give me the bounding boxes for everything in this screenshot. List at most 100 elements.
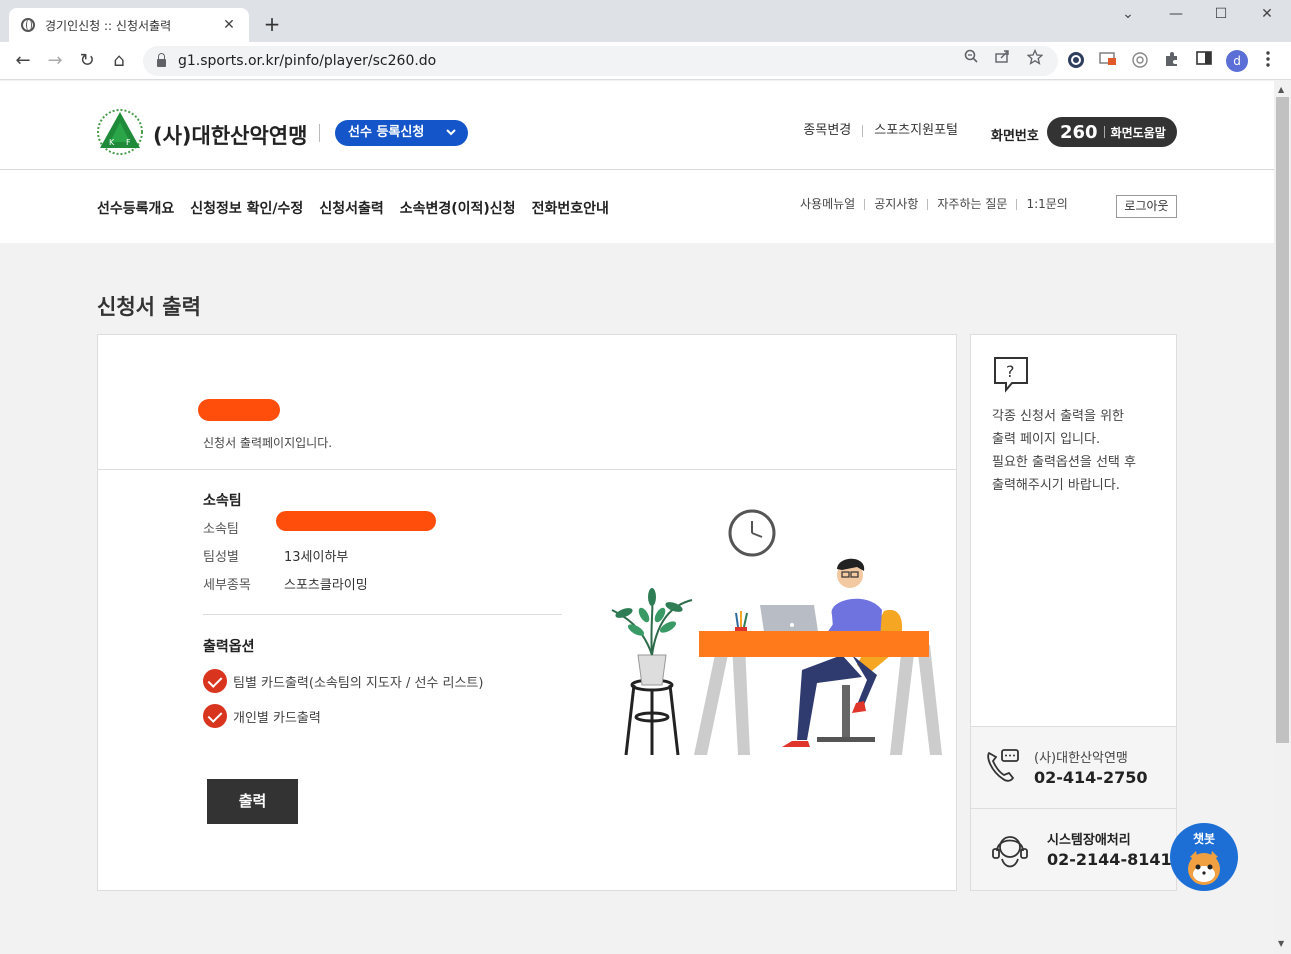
team-row-value: 스포츠클라이밍 xyxy=(284,578,368,593)
org-logo[interactable]: K F xyxy=(96,108,144,156)
window-close-button[interactable]: ✕ xyxy=(1255,6,1279,22)
team-row-label: 소속팀 xyxy=(203,522,239,537)
reload-button[interactable]: ↻ xyxy=(76,50,98,72)
globe-icon xyxy=(21,18,35,32)
util-link-faq[interactable]: 자주하는 질문 xyxy=(928,198,1018,210)
util-link-manual[interactable]: 사용메뉴얼 xyxy=(800,198,866,210)
chatbot-button[interactable]: 챗봇 xyxy=(1170,823,1238,891)
nav-item-overview[interactable]: 선수등록개요 xyxy=(97,198,174,218)
chevron-down-icon xyxy=(445,120,457,155)
profile-avatar[interactable]: d xyxy=(1226,50,1248,72)
divider xyxy=(1103,126,1105,138)
contact-federation: (사)대한산악연맹 02-414-2750 xyxy=(971,726,1176,808)
util-link-notice[interactable]: 공지사항 xyxy=(865,198,929,210)
org-name[interactable]: (사)대한산악연맹 xyxy=(153,120,307,150)
screen-number: 260 xyxy=(1060,121,1098,143)
help-line: 필요한 출력옵션을 선택 후 xyxy=(992,455,1136,470)
page-title: 신청서 출력 xyxy=(97,295,201,319)
team-row: 팀성별 13세이하부 xyxy=(203,546,348,565)
extension-cast-icon[interactable] xyxy=(1098,51,1118,71)
team-row-label: 팀성별 xyxy=(203,550,239,565)
help-line: 각종 신청서 출력을 위한 xyxy=(992,409,1124,424)
nav-item-edit-info[interactable]: 신청정보 확인/수정 xyxy=(190,198,303,218)
url-text: g1.sports.or.kr/pinfo/player/sc260.do xyxy=(178,53,437,69)
option-team-card[interactable]: 팀별 카드출력(소속팀의 지도자 / 선수 리스트) xyxy=(203,669,483,693)
extension-gear-icon[interactable] xyxy=(1130,51,1150,71)
team-row-value: 13세이하부 xyxy=(284,550,349,565)
help-text: 각종 신청서 출력을 위한 출력 페이지 입니다. 필요한 출력옵션을 선택 후… xyxy=(992,405,1162,497)
help-line: 출력해주시기 바랍니다. xyxy=(992,478,1120,493)
nav-item-print[interactable]: 신청서출력 xyxy=(319,198,383,218)
help-line: 출력 페이지 입니다. xyxy=(992,432,1101,447)
contact-phone[interactable]: 02-2144-8141 xyxy=(1047,850,1172,869)
print-card: 신청서 출력페이지입니다. 소속팀 소속팀 팀성별 13세이하부 세부종목 스포… xyxy=(97,334,957,891)
minimize-button[interactable]: — xyxy=(1164,6,1188,22)
share-icon[interactable] xyxy=(994,49,1012,67)
contact-name: (사)대한산악연맹 xyxy=(1034,751,1128,766)
chatbot-mascot-icon xyxy=(1188,851,1220,885)
scroll-up-icon[interactable]: ▲ xyxy=(1278,85,1284,94)
screen-number-label: 화면번호 xyxy=(991,129,1039,144)
option-individual-card[interactable]: 개인별 카드출력 xyxy=(203,704,321,728)
tab-search-icon[interactable]: ⌄ xyxy=(1116,6,1140,22)
nav-item-phone-info[interactable]: 전화번호안내 xyxy=(532,198,609,218)
redacted-team xyxy=(276,511,436,531)
lock-icon[interactable] xyxy=(157,53,166,67)
team-section-title: 소속팀 xyxy=(203,493,242,509)
screen-help-link[interactable]: 화면도움말 xyxy=(1111,124,1166,141)
maximize-button[interactable]: ☐ xyxy=(1209,6,1233,22)
address-bar[interactable]: g1.sports.or.kr/pinfo/player/sc260.do xyxy=(143,46,1058,76)
app-select-dropdown[interactable]: 선수 등록신청 xyxy=(335,120,468,146)
team-row-label: 세부종목 xyxy=(203,578,251,593)
top-link-change-sport[interactable]: 종목변경 xyxy=(792,124,864,137)
page-scrollbar[interactable]: ▲ ▼ xyxy=(1274,81,1291,954)
extensions-puzzle-icon[interactable] xyxy=(1162,51,1182,71)
util-link-inquiry[interactable]: 1:1문의 xyxy=(1017,198,1076,210)
phone-chat-icon xyxy=(987,749,1019,782)
scroll-thumb[interactable] xyxy=(1276,97,1289,743)
option-label: 팀별 카드출력(소속팀의 지도자 / 선수 리스트) xyxy=(233,675,484,691)
top-link-sports-portal[interactable]: 스포츠지원포털 xyxy=(863,124,969,137)
print-button[interactable]: 출력 xyxy=(207,779,298,824)
web-page: K F (사)대한산악연맹 선수 등록신청 종목변경 스포츠지원포털 화면번호 … xyxy=(0,81,1274,954)
top-links: 종목변경 스포츠지원포털 xyxy=(792,124,969,137)
intro-text: 신청서 출력페이지입니다. xyxy=(203,436,333,450)
browser-toolbar: ← → ↻ ⌂ g1.sports.or.kr/pinfo/player/sc2… xyxy=(0,42,1291,80)
site-header: K F (사)대한산악연맹 선수 등록신청 종목변경 스포츠지원포털 화면번호 … xyxy=(0,81,1274,243)
checkbox-checked-icon[interactable] xyxy=(203,669,227,693)
divider xyxy=(203,614,562,615)
svg-text:?: ? xyxy=(1006,362,1015,381)
new-tab-button[interactable]: + xyxy=(262,12,282,36)
headset-agent-icon xyxy=(992,836,1028,868)
svg-text:F: F xyxy=(126,138,131,147)
zoom-icon[interactable] xyxy=(962,49,980,67)
redacted-name xyxy=(198,399,280,421)
header-top: K F (사)대한산악연맹 선수 등록신청 종목변경 스포츠지원포털 화면번호 … xyxy=(0,81,1274,170)
office-illustration xyxy=(611,509,942,756)
browser-menu-icon[interactable] xyxy=(1258,51,1278,71)
side-panel-icon[interactable] xyxy=(1194,51,1214,71)
home-button[interactable]: ⌂ xyxy=(108,50,130,72)
nav-item-transfer[interactable]: 소속변경(이적)신청 xyxy=(400,198,516,218)
back-button[interactable]: ← xyxy=(12,50,34,72)
extension-e-icon[interactable] xyxy=(1066,51,1086,71)
forward-button[interactable]: → xyxy=(44,50,66,72)
tab-close-icon[interactable]: ✕ xyxy=(221,17,237,33)
tab-title: 경기인신청 :: 신청서출력 xyxy=(45,18,172,33)
utility-links: 사용메뉴얼 공지사항 자주하는 질문 1:1문의 xyxy=(800,198,1077,210)
browser-tab[interactable]: 경기인신청 :: 신청서출력 ✕ xyxy=(9,8,249,42)
logout-button[interactable]: 로그아웃 xyxy=(1116,195,1177,218)
main-nav: 선수등록개요 신청정보 확인/수정 신청서출력 소속변경(이적)신청 전화번호안… xyxy=(97,198,625,218)
screen-number-pill[interactable]: 260 화면도움말 xyxy=(1047,117,1177,147)
options-title: 출력옵션 xyxy=(203,639,255,655)
question-bubble-icon: ? xyxy=(994,357,1028,393)
team-row: 세부종목 스포츠클라이밍 xyxy=(203,574,368,593)
bookmark-star-icon[interactable] xyxy=(1026,48,1044,69)
checkbox-checked-icon[interactable] xyxy=(203,704,227,728)
chatbot-label: 챗봇 xyxy=(1192,832,1216,846)
team-row: 소속팀 xyxy=(203,518,239,537)
contact-phone[interactable]: 02-414-2750 xyxy=(1034,768,1147,787)
contact-system: 시스템장애처리 02-2144-8141 xyxy=(971,808,1176,890)
option-label: 개인별 카드출력 xyxy=(233,710,321,726)
scroll-down-icon[interactable]: ▼ xyxy=(1278,939,1284,948)
